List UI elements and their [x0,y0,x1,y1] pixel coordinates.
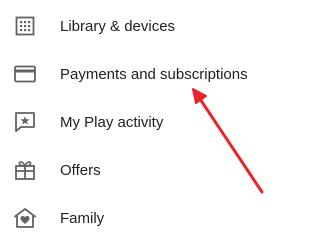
menu-item-label: Payments and subscriptions [60,65,248,83]
menu-item-label: My Play activity [60,113,164,131]
family-icon [13,206,37,230]
menu-item-my-play-activity[interactable]: My Play activity [0,100,301,144]
menu-item-family[interactable]: Family [0,196,301,240]
gift-icon [13,158,37,182]
menu-item-label: Library & devices [60,17,176,35]
menu-item-offers[interactable]: Offers [0,148,301,192]
library-devices-icon [13,14,37,38]
play-account-menu: Library & devices Payments and subscript… [0,0,301,240]
menu-item-payments-subscriptions[interactable]: Payments and subscriptions [0,52,301,96]
menu-item-label: Family [60,209,105,227]
menu-item-label: Offers [60,161,101,179]
menu-item-library-devices[interactable]: Library & devices [0,4,301,48]
credit-card-icon [13,62,37,86]
play-activity-icon [13,110,37,134]
